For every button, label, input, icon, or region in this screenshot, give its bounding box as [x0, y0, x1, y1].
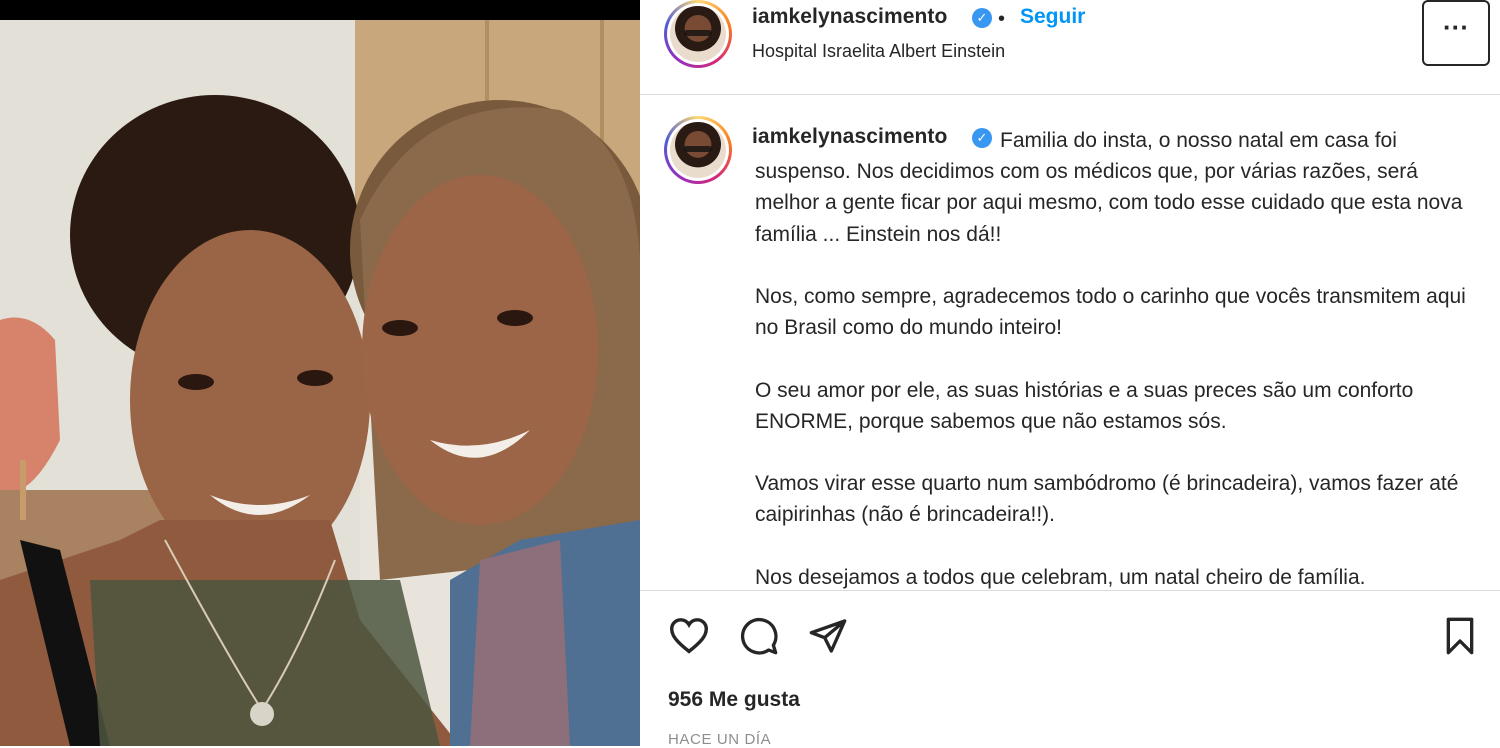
heart-icon[interactable] [668, 616, 710, 659]
post-timestamp[interactable]: HACE UN DÍA [668, 731, 771, 748]
caption-scroll-area[interactable]: Familia do insta, o nosso natal em casa … [640, 95, 1500, 590]
location-link[interactable]: Hospital Israelita Albert Einstein [752, 41, 1005, 62]
header-avatar[interactable] [664, 0, 732, 68]
caption-paragraph: Nos desejamos a todos que celebram, um n… [755, 565, 1366, 589]
avatar-image [670, 122, 726, 178]
verified-badge-icon: ✓ [972, 8, 992, 28]
comment-icon[interactable] [739, 616, 779, 661]
paper-plane-icon[interactable] [808, 616, 848, 661]
more-options-button[interactable]: ··· [1422, 0, 1490, 66]
avatar-image [670, 6, 726, 62]
photo-top-bar [0, 0, 640, 20]
separator-dot: • [998, 8, 1006, 30]
caption-paragraph: Nos, como sempre, agradecemos todo o car… [755, 285, 1466, 340]
bookmark-icon[interactable] [1442, 616, 1478, 661]
caption-paragraph: O seu amor por ele, as suas histórias e … [755, 378, 1414, 433]
caption-text: Familia do insta, o nosso natal em casa … [755, 125, 1475, 590]
verified-badge-icon: ✓ [972, 128, 992, 148]
post-photo[interactable] [0, 0, 640, 746]
caption-avatar[interactable] [664, 116, 732, 184]
likes-count[interactable]: 956 Me gusta [668, 688, 800, 712]
actions-divider [640, 590, 1500, 591]
post-details-panel: iamkelynascimento ✓ • Seguir Hospital Is… [640, 0, 1500, 748]
action-bar [640, 600, 1500, 670]
selfie-image [0, 20, 640, 746]
caption-username[interactable]: iamkelynascimento [752, 125, 947, 149]
header-username[interactable]: iamkelynascimento [752, 5, 947, 29]
follow-button[interactable]: Seguir [1020, 5, 1085, 29]
caption-paragraph: Vamos virar esse quarto num sambódromo (… [755, 472, 1459, 527]
